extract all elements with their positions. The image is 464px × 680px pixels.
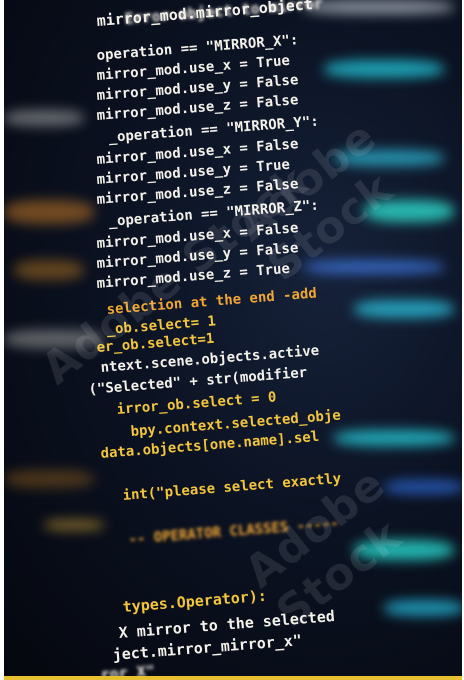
bokeh-cyan-7: [384, 600, 462, 616]
accent-bar: [4, 676, 462, 680]
code-line: int("please select exactly: [122, 470, 342, 504]
code-line: types.Operator):: [122, 586, 268, 616]
bokeh-orange-1: [4, 200, 94, 224]
bokeh-orange-2: [14, 260, 84, 280]
bokeh-cyan-4: [354, 300, 454, 318]
code-line: ror X": [100, 661, 156, 676]
code-line: mirror_mod.mirror_object: [96, 0, 314, 30]
bokeh-orange-4: [44, 520, 104, 530]
image-frame: Error object to mirror mirror_mod.mirror…: [0, 0, 464, 680]
bokeh-white-1: [304, 0, 454, 14]
code-photo: Error object to mirror mirror_mod.mirror…: [4, 0, 462, 676]
bokeh-cyan-1: [324, 60, 444, 78]
bokeh-orange-3: [4, 470, 94, 488]
bokeh-white-2: [4, 110, 84, 126]
